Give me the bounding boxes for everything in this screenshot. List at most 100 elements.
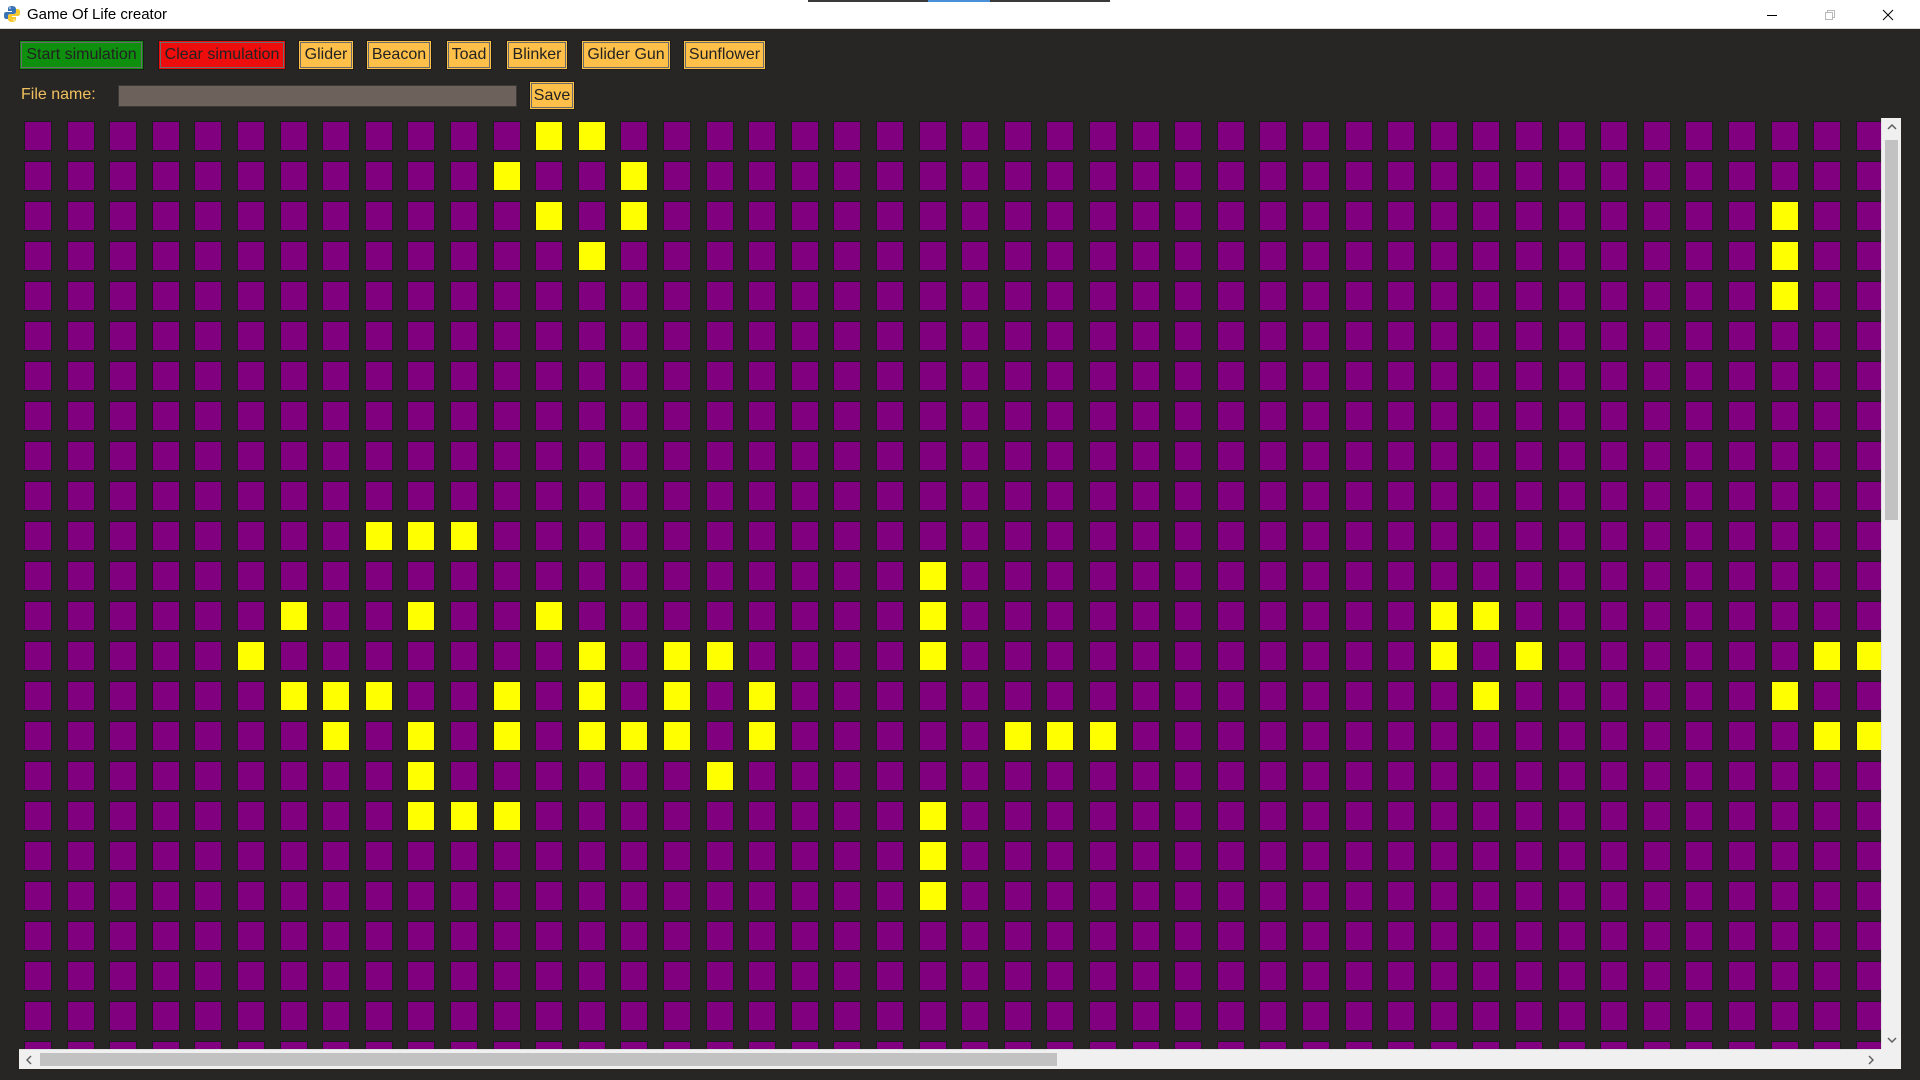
grid-cell[interactable] bbox=[1259, 241, 1288, 271]
grid-cell[interactable] bbox=[1302, 241, 1330, 271]
grid-cell[interactable] bbox=[237, 281, 265, 311]
grid-cell[interactable] bbox=[322, 161, 351, 191]
grid-cell[interactable] bbox=[1174, 881, 1203, 911]
grid-cell[interactable] bbox=[24, 681, 52, 711]
grid-cell[interactable] bbox=[322, 801, 351, 831]
grid-cell[interactable] bbox=[194, 921, 223, 951]
grid-cell[interactable] bbox=[1131, 881, 1160, 911]
grid-cell[interactable] bbox=[1046, 601, 1075, 631]
grid-cell[interactable] bbox=[1429, 121, 1458, 151]
grid-cell[interactable] bbox=[1855, 1041, 1881, 1049]
grid-cell[interactable] bbox=[1174, 841, 1203, 871]
grid-cell[interactable] bbox=[1728, 841, 1756, 871]
blinker-preset-button[interactable]: Blinker bbox=[506, 40, 568, 70]
grid-cell[interactable] bbox=[24, 641, 52, 671]
grid-cell[interactable] bbox=[620, 721, 649, 751]
grid-cell[interactable] bbox=[24, 121, 52, 151]
grid-cell[interactable] bbox=[109, 961, 138, 991]
grid-cell[interactable] bbox=[1685, 281, 1714, 311]
grid-cell[interactable] bbox=[407, 121, 436, 151]
grid-cell[interactable] bbox=[961, 281, 990, 311]
grid-cell[interactable] bbox=[66, 441, 95, 471]
grid-cell[interactable] bbox=[620, 561, 649, 591]
grid-cell[interactable] bbox=[663, 761, 691, 791]
grid-cell[interactable] bbox=[1216, 481, 1245, 511]
grid-cell[interactable] bbox=[1344, 521, 1373, 551]
scroll-right-arrow-icon[interactable] bbox=[1861, 1050, 1881, 1069]
grid-cell[interactable] bbox=[705, 561, 734, 591]
grid-cell[interactable] bbox=[1770, 881, 1799, 911]
grid-cell[interactable] bbox=[1089, 121, 1117, 151]
grid-cell[interactable] bbox=[876, 241, 904, 271]
vertical-scroll-thumb[interactable] bbox=[1885, 140, 1898, 520]
grid-cell[interactable] bbox=[66, 881, 95, 911]
grid-cell[interactable] bbox=[237, 561, 265, 591]
grid-cell[interactable] bbox=[620, 281, 649, 311]
grid-cell[interactable] bbox=[705, 321, 734, 351]
grid-cell[interactable] bbox=[918, 401, 947, 431]
grid-cell[interactable] bbox=[1174, 401, 1203, 431]
grid-cell[interactable] bbox=[1003, 681, 1032, 711]
grid-cell[interactable] bbox=[577, 401, 606, 431]
grid-cell[interactable] bbox=[961, 681, 990, 711]
grid-cell[interactable] bbox=[1302, 881, 1330, 911]
save-button[interactable]: Save bbox=[529, 81, 575, 110]
grid-cell[interactable] bbox=[151, 641, 180, 671]
grid-cell[interactable] bbox=[1472, 561, 1501, 591]
grid-cell[interactable] bbox=[1387, 481, 1416, 511]
grid-cell[interactable] bbox=[1131, 281, 1160, 311]
grid-cell[interactable] bbox=[1813, 281, 1842, 311]
grid-cell[interactable] bbox=[1472, 441, 1501, 471]
grid-cell[interactable] bbox=[620, 361, 649, 391]
grid-cell[interactable] bbox=[1131, 801, 1160, 831]
grid-cell[interactable] bbox=[1728, 801, 1756, 831]
grid-cell[interactable] bbox=[24, 241, 52, 271]
grid-cell[interactable] bbox=[1813, 521, 1842, 551]
grid-cell[interactable] bbox=[1515, 481, 1543, 511]
grid-cell[interactable] bbox=[620, 241, 649, 271]
grid-cell[interactable] bbox=[492, 121, 521, 151]
scroll-up-arrow-icon[interactable] bbox=[1882, 118, 1901, 136]
grid-cell[interactable] bbox=[1089, 321, 1117, 351]
grid-cell[interactable] bbox=[1259, 961, 1288, 991]
grid-cell[interactable] bbox=[279, 161, 308, 191]
grid-cell[interactable] bbox=[663, 521, 691, 551]
grid-cell[interactable] bbox=[450, 601, 478, 631]
grid-cell[interactable] bbox=[1259, 761, 1288, 791]
grid-cell[interactable] bbox=[1131, 1001, 1160, 1031]
grid-cell[interactable] bbox=[833, 721, 862, 751]
grid-cell[interactable] bbox=[1642, 721, 1671, 751]
grid-cell[interactable] bbox=[1600, 641, 1629, 671]
grid-cell[interactable] bbox=[1089, 681, 1117, 711]
grid-cell[interactable] bbox=[66, 1041, 95, 1049]
grid-cell[interactable] bbox=[322, 121, 351, 151]
grid-cell[interactable] bbox=[535, 761, 564, 791]
grid-cell[interactable] bbox=[151, 1041, 180, 1049]
grid-cell[interactable] bbox=[151, 241, 180, 271]
grid-cell[interactable] bbox=[918, 761, 947, 791]
grid-cell[interactable] bbox=[1685, 401, 1714, 431]
grid-cell[interactable] bbox=[24, 601, 52, 631]
grid-cell[interactable] bbox=[364, 521, 393, 551]
grid-cell[interactable] bbox=[1216, 321, 1245, 351]
grid-cell[interactable] bbox=[1344, 441, 1373, 471]
grid-cell[interactable] bbox=[705, 961, 734, 991]
grid-cell[interactable] bbox=[1429, 961, 1458, 991]
grid-cell[interactable] bbox=[1855, 281, 1881, 311]
grid-cell[interactable] bbox=[1557, 1041, 1586, 1049]
grid-cell[interactable] bbox=[1728, 561, 1756, 591]
grid-cell[interactable] bbox=[194, 1001, 223, 1031]
grid-cell[interactable] bbox=[1685, 641, 1714, 671]
grid-cell[interactable] bbox=[1259, 561, 1288, 591]
grid-cell[interactable] bbox=[961, 401, 990, 431]
grid-cell[interactable] bbox=[790, 441, 819, 471]
grid-cell[interactable] bbox=[322, 961, 351, 991]
grid-cell[interactable] bbox=[492, 721, 521, 751]
grid-cell[interactable] bbox=[1216, 241, 1245, 271]
grid-cell[interactable] bbox=[577, 361, 606, 391]
grid-cell[interactable] bbox=[1685, 441, 1714, 471]
grid-cell[interactable] bbox=[1089, 521, 1117, 551]
grid-cell[interactable] bbox=[151, 441, 180, 471]
grid-cell[interactable] bbox=[663, 121, 691, 151]
grid-cell[interactable] bbox=[1174, 361, 1203, 391]
